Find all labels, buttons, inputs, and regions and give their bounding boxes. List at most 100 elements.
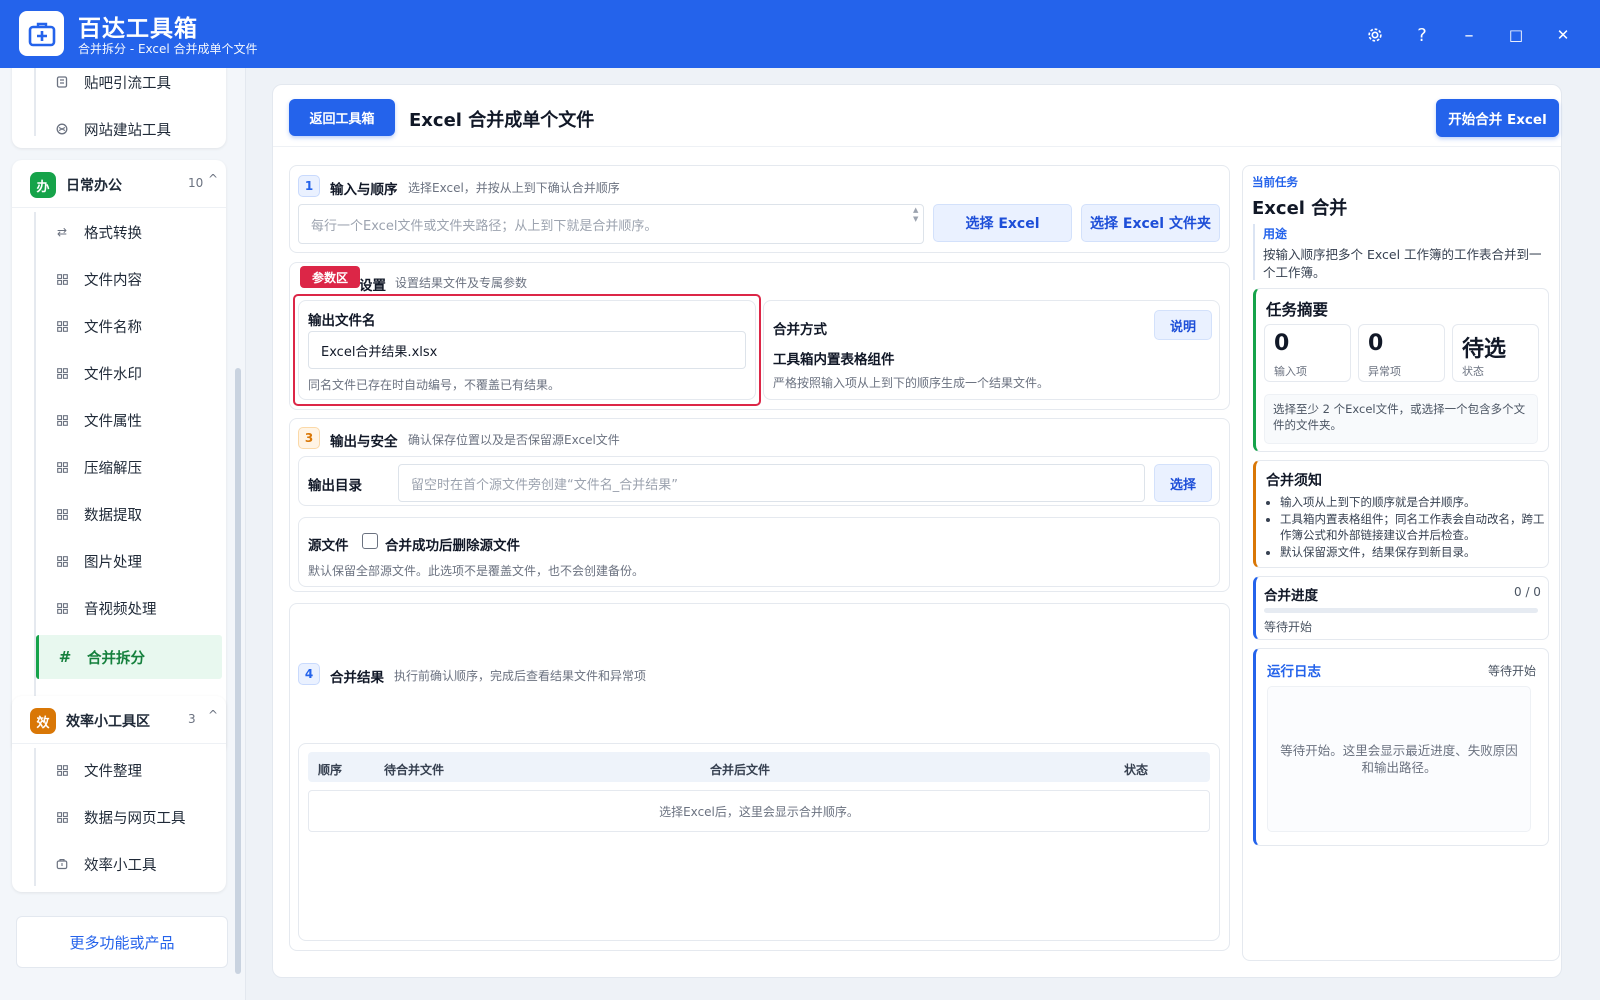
sidebar-item-tieba[interactable]: 贴吧引流工具 <box>36 68 222 104</box>
step-title: 设置 <box>359 278 386 294</box>
stat-value: 待选 <box>1462 337 1507 362</box>
note-item: 工具箱内置表格组件；同名工作表会自动改名，跨工作簿公式和外部链接建议合并后检查。 <box>1280 511 1546 544</box>
purpose-accent <box>1253 224 1255 280</box>
log-empty-text: 等待开始。这里会显示最近进度、失败原因和输出路径。 <box>1267 686 1531 832</box>
sidebar-item-label: 音视频处理 <box>84 601 157 618</box>
grid-icon <box>54 811 70 823</box>
select-folder-button[interactable]: 选择 Excel 文件夹 <box>1081 204 1220 242</box>
merge-component: 工具箱内置表格组件 <box>773 352 895 368</box>
app-logo-icon <box>19 11 64 56</box>
sidebar-item-merge-split[interactable]: # 合并拆分 <box>36 635 222 679</box>
grid-icon <box>54 273 70 285</box>
log-title: 运行日志 <box>1267 664 1321 680</box>
sidebar-item-label: 格式转换 <box>84 225 142 242</box>
column-header: 顺序 <box>318 763 343 777</box>
start-merge-button[interactable]: 开始合并 Excel <box>1436 99 1559 137</box>
sidebar-item-watermark[interactable]: 文件水印 <box>36 351 222 395</box>
stat-errors: 0 异常项 <box>1358 324 1445 382</box>
more-products-button[interactable]: 更多功能或产品 <box>16 916 228 968</box>
sidebar-item-label: 压缩解压 <box>84 460 142 477</box>
sidebar-item-attributes[interactable]: 文件属性 <box>36 398 222 442</box>
sidebar-group-efficiency: 效 效率小工具区 3 ^ 文件整理 数据与网页工具 效率小工具 <box>12 696 226 892</box>
chevron-up-icon[interactable]: ^ <box>208 708 218 722</box>
log-status: 等待开始 <box>1488 664 1537 678</box>
stat-key: 异常项 <box>1368 365 1401 378</box>
minimize-icon[interactable]: – <box>1456 22 1482 48</box>
input-paths-textarea[interactable]: 每行一个Excel文件或文件夹路径；从上到下就是合并顺序。 <box>298 204 924 244</box>
sidebar-group-partial: 贴吧引流工具 网站建站工具 <box>12 68 226 148</box>
sidebar-item-format[interactable]: ⇄ 格式转换 <box>36 210 222 254</box>
sidebar-scrollbar[interactable] <box>234 138 242 983</box>
sidebar-item-label: 数据与网页工具 <box>84 810 186 827</box>
note-item: 输入项从上到下的顺序就是合并顺序。 <box>1280 494 1546 511</box>
explain-button[interactable]: 说明 <box>1154 310 1212 340</box>
globe-icon <box>54 123 70 135</box>
step-desc: 设置结果文件及专属参数 <box>395 276 528 290</box>
sidebar-item-label: 效率小工具 <box>84 857 157 874</box>
summary-hint: 选择至少 2 个Excel文件，或选择一个包含多个文件的文件夹。 <box>1264 394 1538 444</box>
chevron-up-icon[interactable]: ^ <box>208 172 218 186</box>
title-bar: 百达工具箱 合并拆分 - Excel 合并成单个文件 ? – □ ✕ <box>0 0 1600 68</box>
sidebar-item-media[interactable]: 音视频处理 <box>36 586 222 630</box>
close-icon[interactable]: ✕ <box>1550 22 1576 48</box>
select-excel-button[interactable]: 选择 Excel <box>933 204 1072 242</box>
step-title: 输出与安全 <box>330 434 398 450</box>
help-icon[interactable]: ? <box>1409 22 1435 48</box>
sidebar-item-compress[interactable]: 压缩解压 <box>36 445 222 489</box>
sidebar-item-label: 数据提取 <box>84 507 142 524</box>
step-desc: 执行前确认顺序，完成后查看结果文件和异常项 <box>394 669 647 683</box>
sidebar-item-label: 文件水印 <box>84 366 142 383</box>
source-hint: 默认保留全部源文件。此选项不是覆盖文件，也不会创建备份。 <box>308 564 645 578</box>
divider <box>273 146 1561 147</box>
group-count: 10 <box>188 176 204 190</box>
output-dir-input[interactable]: 留空时在首个源文件旁创建“文件名_合并结果” <box>398 464 1145 502</box>
stat-value: 0 <box>1274 331 1290 356</box>
group-header[interactable]: 办 日常办公 10 ^ <box>12 160 226 208</box>
column-header: 待合并文件 <box>384 763 445 777</box>
param-highlight-box <box>293 294 761 406</box>
choose-dir-button[interactable]: 选择 <box>1154 464 1212 502</box>
textarea-scroll-icon[interactable]: ▲ ▼ <box>913 206 918 224</box>
sidebar-item-extract[interactable]: 数据提取 <box>36 492 222 536</box>
sidebar-item-organize[interactable]: 文件整理 <box>36 748 222 792</box>
sidebar-item-label: 文件属性 <box>84 413 142 430</box>
grid-icon <box>54 508 70 520</box>
maximize-icon[interactable]: □ <box>1503 22 1529 48</box>
column-header: 合并后文件 <box>710 763 771 777</box>
source-file-label: 源文件 <box>308 538 349 554</box>
notes-title: 合并须知 <box>1266 473 1322 489</box>
sidebar-item-label: 文件内容 <box>84 272 142 289</box>
progress-count: 0 / 0 <box>1514 585 1541 599</box>
delete-source-label[interactable]: 合并成功后删除源文件 <box>385 534 520 554</box>
gear-icon[interactable] <box>1362 22 1388 48</box>
stat-inputs: 0 输入项 <box>1264 324 1351 382</box>
note-item: 默认保留源文件，结果保存到新目录。 <box>1280 544 1546 561</box>
sidebar-item-website[interactable]: 网站建站工具 <box>36 107 222 151</box>
output-dir-label: 输出目录 <box>308 478 362 494</box>
progress-title: 合并进度 <box>1264 588 1318 604</box>
param-area-tag: 参数区 <box>300 266 360 288</box>
purpose-label: 用途 <box>1263 227 1288 241</box>
notes-list: 输入项从上到下的顺序就是合并顺序。 工具箱内置表格组件；同名工作表会自动改名，跨… <box>1266 494 1546 560</box>
step-title: 输入与顺序 <box>330 182 398 198</box>
sidebar-item-image[interactable]: 图片处理 <box>36 539 222 583</box>
group-header[interactable]: 效 效率小工具区 3 ^ <box>12 696 226 744</box>
group-title: 效率小工具区 <box>66 714 150 730</box>
step-desc: 确认保存位置以及是否保留源Excel文件 <box>408 433 620 447</box>
grid-icon <box>54 461 70 473</box>
sidebar-item-label: 网站建站工具 <box>84 122 171 139</box>
back-button[interactable]: 返回工具箱 <box>289 99 395 136</box>
step-number: 4 <box>298 663 320 685</box>
sidebar-item-data-web[interactable]: 数据与网页工具 <box>36 795 222 839</box>
step-number: 1 <box>298 175 320 197</box>
sidebar-item-small-tools[interactable]: 效率小工具 <box>36 842 222 886</box>
sidebar-item-label: 文件整理 <box>84 763 142 780</box>
sidebar-item-filename[interactable]: 文件名称 <box>36 304 222 348</box>
sidebar-item-content[interactable]: 文件内容 <box>36 257 222 301</box>
group-title: 日常办公 <box>66 178 122 194</box>
scrollbar-thumb[interactable] <box>235 368 241 974</box>
step-desc: 选择Excel，并按从上到下确认合并顺序 <box>408 181 620 195</box>
grid-icon <box>54 764 70 776</box>
step-number: 3 <box>298 427 320 449</box>
delete-source-checkbox[interactable] <box>362 533 378 549</box>
